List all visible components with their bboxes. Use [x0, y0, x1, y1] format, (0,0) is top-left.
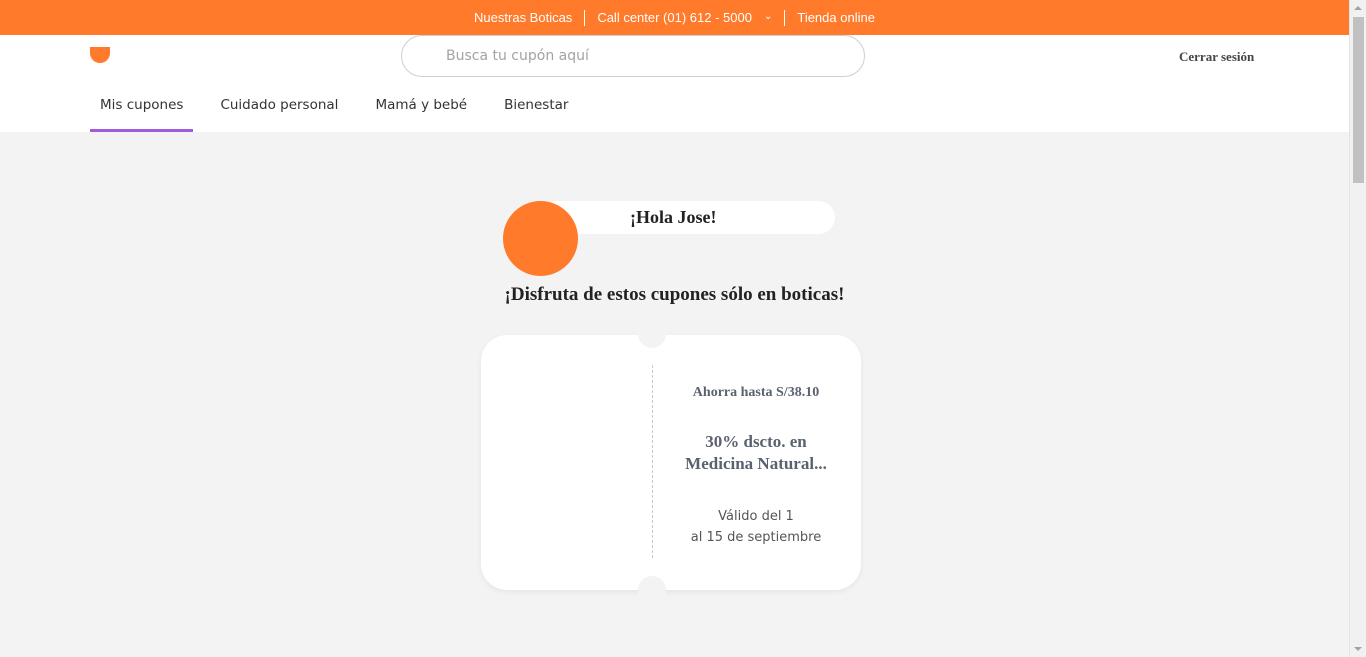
call-center-dropdown[interactable]: Call center (01) 612 - 5000 ⌄ — [597, 10, 772, 25]
tab-bienestar[interactable]: Bienestar — [494, 85, 578, 132]
search-input[interactable] — [401, 35, 865, 77]
scroll-down-icon[interactable] — [1354, 647, 1362, 651]
coupon-savings: Ahorra hasta S/38.10 — [692, 385, 820, 400]
call-center-label: Call center (01) 612 - 5000 — [597, 10, 752, 25]
coupon-validity-line: al 15 de septiembre — [690, 530, 822, 545]
tab-mama-y-bebe[interactable]: Mamá y bebé — [365, 85, 477, 132]
page-subtitle: ¡Disfruta de estos cupones sólo en botic… — [504, 284, 845, 305]
tab-cuidado-personal[interactable]: Cuidado personal — [210, 85, 348, 132]
coupon-notch-top — [638, 320, 666, 348]
tab-mis-cupones[interactable]: Mis cupones — [90, 85, 194, 132]
vertical-scrollbar[interactable] — [1349, 0, 1366, 657]
scroll-up-icon[interactable] — [1354, 6, 1362, 10]
logout-button[interactable]: Cerrar sesión — [1179, 49, 1254, 65]
scrollbar-thumb[interactable] — [1353, 17, 1364, 183]
coupon-validity: Válido del 1 al 15 de septiembre — [666, 506, 846, 548]
coupon-validity-line: Válido del 1 — [718, 509, 794, 524]
chevron-down-icon: ⌄ — [763, 11, 773, 22]
avatar — [503, 201, 578, 276]
greeting: ¡Hola Jose! — [630, 207, 717, 227]
coupon-title-line: Medicina Natural... — [685, 454, 827, 473]
divider — [784, 9, 786, 26]
divider — [584, 9, 586, 26]
stores-link[interactable]: Nuestras Boticas — [474, 10, 572, 25]
coupon-title-line: 30% dscto. en — [705, 432, 807, 451]
header: Cerrar sesión Mis cupones Cuidado person… — [0, 35, 1349, 132]
coupon-title: 30% dscto. en Medicina Natural... — [666, 431, 846, 475]
logo[interactable] — [90, 47, 110, 63]
category-tabs: Mis cupones Cuidado personal Mamá y bebé… — [90, 85, 595, 132]
online-store-link[interactable]: Tienda online — [797, 10, 875, 25]
coupon-divider — [652, 365, 653, 558]
coupon-notch-bottom — [638, 576, 666, 604]
top-bar: Nuestras Boticas Call center (01) 612 - … — [0, 0, 1349, 35]
